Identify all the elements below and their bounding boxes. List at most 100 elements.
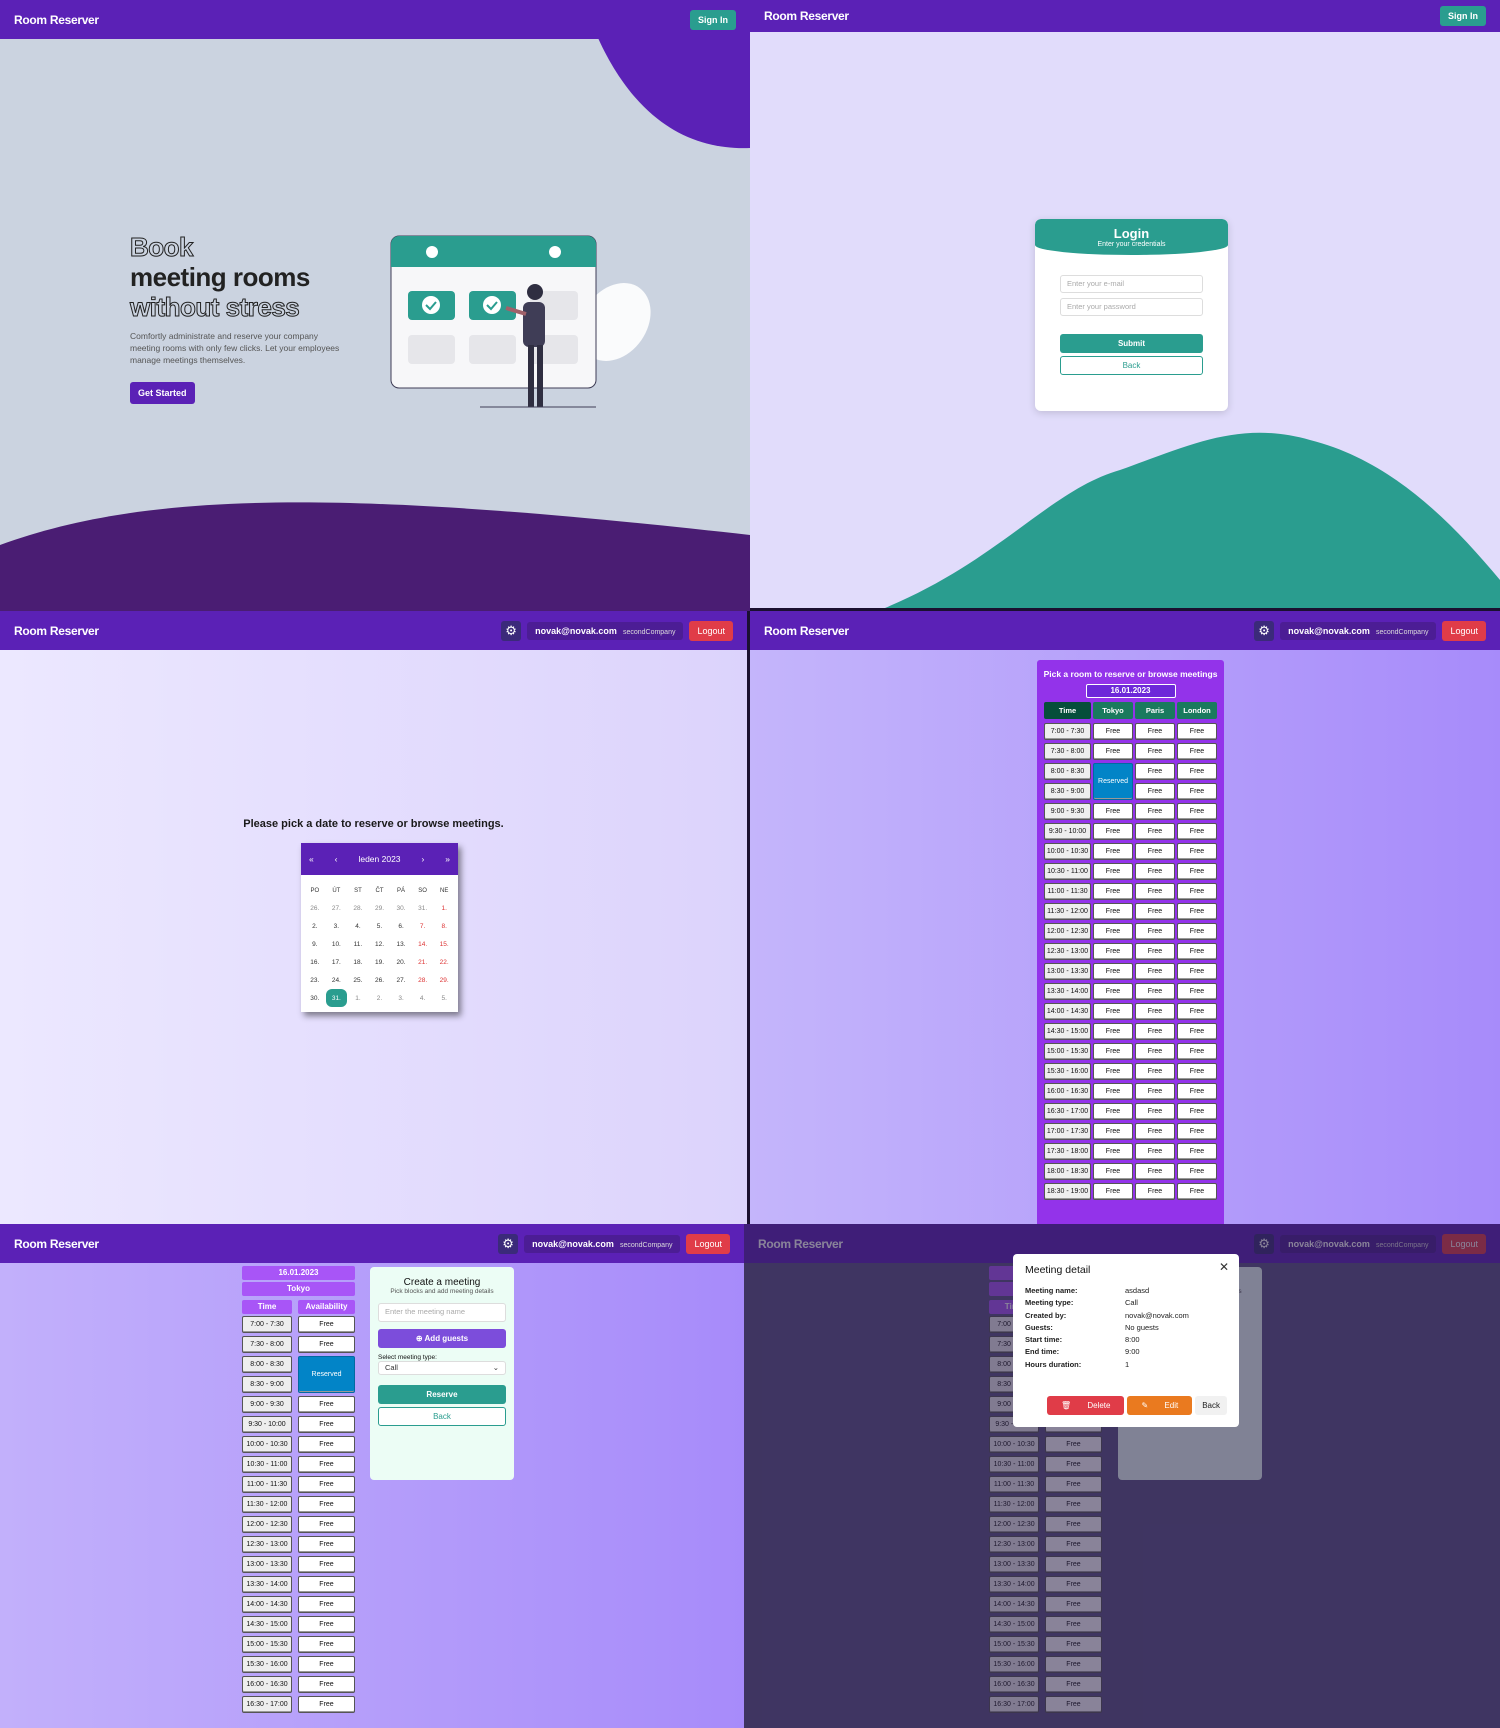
calendar-day[interactable]: 23. — [304, 971, 326, 989]
calendar-day[interactable]: 5. — [369, 917, 391, 935]
free-slot[interactable]: Free — [1177, 1083, 1217, 1100]
brand-logo[interactable]: Room Reserver — [764, 9, 849, 23]
free-slot[interactable]: Free — [1093, 903, 1133, 920]
meeting-type-select[interactable]: Call ⌄ — [378, 1361, 506, 1375]
prev-year-button[interactable]: « — [309, 854, 314, 864]
free-slot[interactable]: Free — [1093, 1083, 1133, 1100]
free-slot[interactable]: Free — [1177, 843, 1217, 860]
calendar-day[interactable]: 2. — [369, 989, 391, 1007]
settings-gear-icon[interactable]: ⚙ — [501, 620, 522, 641]
free-slot[interactable]: Free — [1177, 1143, 1217, 1160]
free-slot[interactable]: Free — [1177, 1023, 1217, 1040]
calendar-day[interactable]: 31. — [412, 899, 434, 917]
free-slot[interactable]: Free — [1177, 823, 1217, 840]
free-slot[interactable]: Free — [1135, 743, 1175, 760]
calendar-day[interactable]: 20. — [390, 953, 412, 971]
calendar-day[interactable]: 4. — [347, 917, 369, 935]
free-slot[interactable]: Free — [1093, 963, 1133, 980]
free-slot[interactable]: Free — [1093, 1163, 1133, 1180]
free-slot[interactable]: Free — [1135, 1123, 1175, 1140]
free-slot[interactable]: Free — [1135, 1103, 1175, 1120]
free-slot[interactable]: Free — [1093, 1043, 1133, 1060]
month-label[interactable]: leden 2023 — [358, 854, 400, 864]
free-slot[interactable]: Free — [1093, 943, 1133, 960]
calendar-day[interactable]: 29. — [433, 971, 455, 989]
free-slot[interactable]: Free — [298, 1596, 355, 1613]
free-slot[interactable]: Free — [1135, 783, 1175, 800]
calendar-day[interactable]: 1. — [433, 899, 455, 917]
free-slot[interactable]: Free — [1093, 743, 1133, 760]
calendar-day[interactable]: 30. — [390, 899, 412, 917]
free-slot[interactable]: Free — [298, 1516, 355, 1533]
calendar-day[interactable]: 10. — [326, 935, 348, 953]
free-slot[interactable]: Free — [1177, 923, 1217, 940]
free-slot[interactable]: Free — [1177, 783, 1217, 800]
calendar-day[interactable]: 12. — [369, 935, 391, 953]
calendar-day[interactable]: 18. — [347, 953, 369, 971]
calendar-day[interactable]: 26. — [304, 899, 326, 917]
free-slot[interactable]: Free — [298, 1636, 355, 1653]
calendar-day[interactable]: 5. — [433, 989, 455, 1007]
brand-logo[interactable]: Room Reserver — [764, 624, 849, 638]
free-slot[interactable]: Free — [1135, 823, 1175, 840]
edit-button[interactable]: ✎ Edit — [1127, 1396, 1193, 1415]
free-slot[interactable]: Free — [1135, 863, 1175, 880]
calendar-day[interactable]: 1. — [347, 989, 369, 1007]
free-slot[interactable]: Free — [1093, 1063, 1133, 1080]
schedule-date[interactable]: 16.01.2023 — [1085, 684, 1176, 698]
calendar-day[interactable]: 3. — [326, 917, 348, 935]
free-slot[interactable]: Free — [1135, 943, 1175, 960]
free-slot[interactable]: Free — [1135, 903, 1175, 920]
free-slot[interactable]: Free — [1093, 923, 1133, 940]
free-slot[interactable]: Free — [1093, 1023, 1133, 1040]
submit-button[interactable]: Submit — [1060, 334, 1203, 353]
free-slot[interactable]: Free — [1093, 863, 1133, 880]
brand-logo[interactable]: Room Reserver — [14, 13, 99, 27]
free-slot[interactable]: Free — [298, 1656, 355, 1673]
free-slot[interactable]: Free — [298, 1696, 355, 1713]
back-button[interactable]: Back — [1060, 356, 1203, 375]
sign-in-button[interactable]: Sign In — [1440, 6, 1486, 26]
calendar-day[interactable]: 27. — [326, 899, 348, 917]
free-slot[interactable]: Free — [1135, 843, 1175, 860]
settings-gear-icon[interactable]: ⚙ — [1254, 620, 1275, 641]
free-slot[interactable]: Free — [298, 1396, 355, 1413]
free-slot[interactable]: Free — [1177, 943, 1217, 960]
free-slot[interactable]: Free — [1177, 723, 1217, 740]
free-slot[interactable]: Free — [1177, 963, 1217, 980]
calendar-day[interactable]: 14. — [412, 935, 434, 953]
free-slot[interactable]: Free — [298, 1576, 355, 1593]
calendar-day[interactable]: 26. — [369, 971, 391, 989]
free-slot[interactable]: Free — [1135, 803, 1175, 820]
calendar-day[interactable]: 2. — [304, 917, 326, 935]
settings-gear-icon[interactable]: ⚙ — [498, 1233, 519, 1254]
free-slot[interactable]: Free — [1135, 963, 1175, 980]
free-slot[interactable]: Free — [1093, 883, 1133, 900]
free-slot[interactable]: Free — [1177, 763, 1217, 780]
free-slot[interactable]: Free — [298, 1496, 355, 1513]
free-slot[interactable]: Free — [1093, 983, 1133, 1000]
free-slot[interactable]: Free — [1135, 1083, 1175, 1100]
add-guests-button[interactable]: ⊕ Add guests — [378, 1329, 506, 1348]
logout-button[interactable]: Logout — [689, 620, 733, 641]
free-slot[interactable]: Free — [1135, 1163, 1175, 1180]
free-slot[interactable]: Free — [1177, 1043, 1217, 1060]
free-slot[interactable]: Free — [1177, 743, 1217, 760]
calendar-day[interactable]: 17. — [326, 953, 348, 971]
back-button[interactable]: Back — [378, 1407, 506, 1426]
calendar-day[interactable]: 22. — [433, 953, 455, 971]
free-slot[interactable]: Free — [1093, 1143, 1133, 1160]
calendar-day[interactable]: 11. — [347, 935, 369, 953]
free-slot[interactable]: Free — [1177, 863, 1217, 880]
free-slot[interactable]: Free — [1177, 803, 1217, 820]
calendar-day[interactable]: 7. — [412, 917, 434, 935]
free-slot[interactable]: Free — [1093, 823, 1133, 840]
free-slot[interactable]: Free — [1135, 1003, 1175, 1020]
free-slot[interactable]: Free — [1093, 1003, 1133, 1020]
calendar-day[interactable]: 9. — [304, 935, 326, 953]
brand-logo[interactable]: Room Reserver — [14, 1237, 99, 1251]
calendar-day[interactable]: 4. — [412, 989, 434, 1007]
calendar-day[interactable]: 28. — [347, 899, 369, 917]
free-slot[interactable]: Free — [1135, 1183, 1175, 1200]
calendar-day[interactable]: 19. — [369, 953, 391, 971]
